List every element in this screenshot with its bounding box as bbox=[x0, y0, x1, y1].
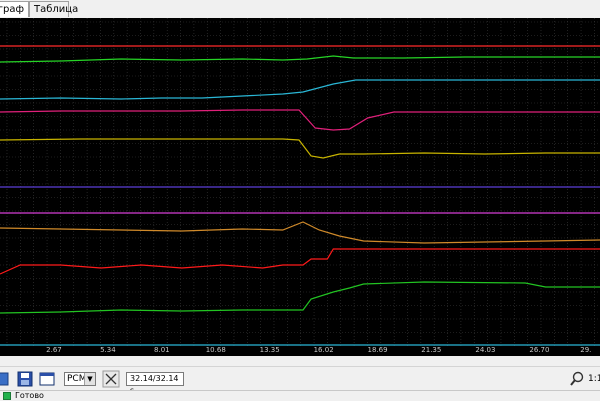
x-tick-label: 5.34 bbox=[100, 346, 116, 354]
x-tick-label: 10.68 bbox=[205, 346, 226, 354]
x-tick-label: 16.02 bbox=[313, 346, 334, 354]
magnifier-icon bbox=[570, 371, 584, 386]
series-line-2 bbox=[0, 55, 600, 63]
x-tick-label: 13.35 bbox=[259, 346, 280, 354]
refresh-icon bbox=[0, 372, 9, 386]
x-tick-label: 24.03 bbox=[475, 346, 496, 354]
chevron-down-icon[interactable]: ▼ bbox=[84, 373, 95, 385]
zoom-ratio-label: 1:1 bbox=[588, 374, 600, 384]
floppy-icon bbox=[17, 371, 33, 387]
chart-svg bbox=[0, 18, 600, 346]
status-bar: Готово bbox=[0, 390, 600, 401]
mode-select[interactable]: PCM ▼ bbox=[64, 372, 96, 386]
series-line-10 bbox=[0, 281, 600, 314]
refresh-button[interactable] bbox=[0, 370, 12, 388]
fit-button[interactable] bbox=[102, 370, 120, 388]
series-line-8 bbox=[0, 221, 600, 244]
x-tick-label: 21.35 bbox=[421, 346, 442, 354]
open-button[interactable] bbox=[38, 370, 56, 388]
save-button[interactable] bbox=[16, 370, 34, 388]
toolbar: PCM ▼ 32.14/32.14 s 1:1 bbox=[0, 366, 600, 395]
x-tick-label: 8.01 bbox=[154, 346, 170, 354]
tab-table[interactable]: Таблица bbox=[29, 1, 78, 17]
chart-grid bbox=[0, 18, 600, 346]
oscillograph-plot[interactable] bbox=[0, 18, 600, 346]
series-line-5 bbox=[0, 138, 600, 159]
status-ok-icon bbox=[3, 392, 11, 400]
x-tick-label: 2.67 bbox=[46, 346, 62, 354]
series-line-9 bbox=[0, 248, 600, 275]
x-tick-label: 18.69 bbox=[367, 346, 388, 354]
series-line-4 bbox=[0, 109, 600, 131]
zoom-button[interactable] bbox=[568, 370, 586, 388]
tab-oscillograph[interactable]: Осциллограф bbox=[0, 1, 29, 17]
x-tick-label: 26.70 bbox=[529, 346, 550, 354]
x-axis: 2.67 5.34 8.01 10.68 13.35 16.02 18.69 21.35 24.… bbox=[0, 346, 600, 356]
tab-bar: Осциллограф Таблица bbox=[0, 0, 600, 19]
x-tick-label: 29. bbox=[580, 346, 592, 354]
cross-arrows-icon bbox=[102, 370, 120, 388]
window-icon bbox=[39, 372, 55, 386]
time-field[interactable]: 32.14/32.14 s bbox=[126, 372, 184, 395]
horizontal-scrollbar[interactable] bbox=[0, 356, 600, 366]
